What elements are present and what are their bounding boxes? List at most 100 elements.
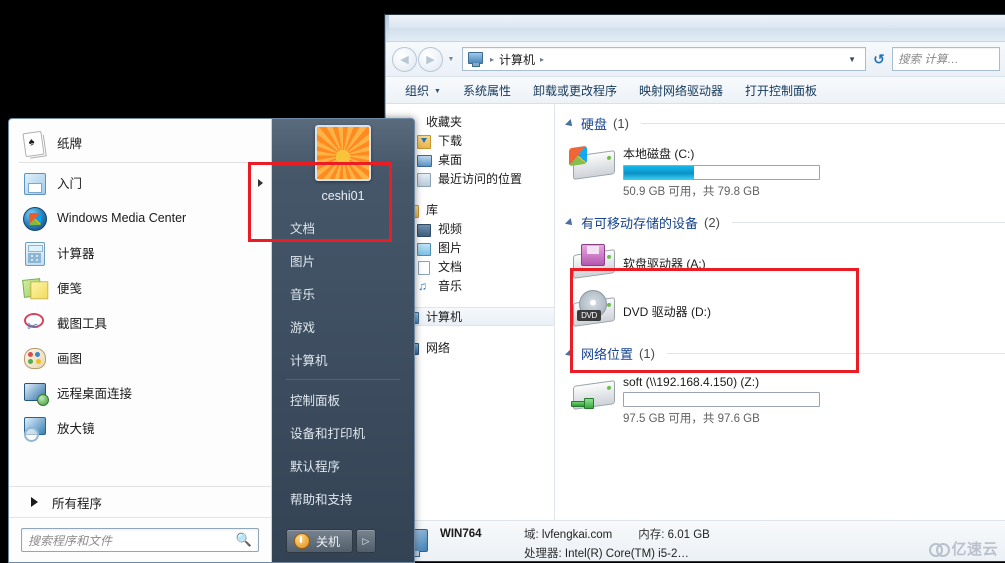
group-header[interactable]: 硬盘 (1) <box>565 114 1005 133</box>
start-menu-footer: 关机 ▷ <box>272 521 414 562</box>
cmd-map-network-drive[interactable]: 映射网络驱动器 <box>628 79 734 102</box>
content-pane: 硬盘 (1) 本地磁盘 (C:) 50.9 GB 可用，共 79.8 GB 有可… <box>555 104 1005 520</box>
start-item-calculator[interactable]: 计算器 <box>9 235 271 270</box>
group-items: soft (\\192.168.4.150) (Z:) 97.5 GB 可用，共… <box>565 363 1005 434</box>
start-right-item-documents[interactable]: 文档 <box>272 211 414 244</box>
address-dropdown-icon[interactable]: ▼ <box>841 55 863 64</box>
memory-pair: 内存: 6.01 GB <box>638 526 710 542</box>
start-item-snipping-tool[interactable]: 截图工具 <box>9 305 271 340</box>
refresh-button[interactable]: ↺ <box>866 48 892 70</box>
drive-name: DVD 驱动器 (D:) <box>623 304 711 319</box>
cmd-uninstall-change-program[interactable]: 卸载或更改程序 <box>522 79 628 102</box>
computer-icon <box>468 52 484 67</box>
start-search-placeholder: 搜索程序和文件 <box>28 533 113 548</box>
cmd-organize[interactable]: 组织 ▼ <box>394 79 452 102</box>
start-item-label: 远程桌面连接 <box>57 387 133 401</box>
hard-drive-icon <box>569 143 617 183</box>
dvd-drive-icon: DVD <box>569 290 617 330</box>
solitaire-icon <box>21 130 47 157</box>
domain-value: lvfengkai.com <box>541 528 613 541</box>
avatar[interactable] <box>315 125 371 181</box>
cmd-organize-label: 组织 <box>405 83 430 98</box>
cmd-system-properties[interactable]: 系统属性 <box>452 79 522 102</box>
start-item-sticky-notes[interactable]: 便笺 <box>9 270 271 305</box>
drive-info: soft (\\192.168.4.150) (Z:) 97.5 GB 可用，共… <box>623 373 820 426</box>
group-name: 硬盘 <box>581 117 608 132</box>
collapse-triangle-icon[interactable] <box>565 348 575 359</box>
start-menu-right-panel: ceshi01 文档 图片 音乐 游戏 计算机 控制面板 设备和打印机 默认程序… <box>272 119 414 562</box>
group-count: (1) <box>613 116 629 131</box>
drive-info: DVD 驱动器 (D:) <box>623 301 711 320</box>
sidebar-label: 视频 <box>438 221 463 236</box>
start-item-getting-started[interactable]: 入门 <box>9 165 271 200</box>
shutdown-options-button[interactable]: ▷ <box>356 529 377 553</box>
magnifier-icon <box>21 415 47 442</box>
start-right-item-devices-printers[interactable]: 设备和打印机 <box>272 416 414 449</box>
snipping-tool-icon <box>21 310 47 336</box>
group-header[interactable]: 网络位置 (1) <box>565 344 1005 363</box>
start-item-label: 纸牌 <box>57 137 83 151</box>
start-menu-program-list: 纸牌 入门 Windows Media Center 计算器 <box>9 119 271 486</box>
collapse-triangle-icon[interactable] <box>565 118 575 129</box>
cmd-open-control-panel[interactable]: 打开控制面板 <box>734 79 828 102</box>
drive-tile-c[interactable]: 本地磁盘 (C:) 50.9 GB 可用，共 79.8 GB <box>569 139 849 203</box>
drive-info: 本地磁盘 (C:) 50.9 GB 可用，共 79.8 GB <box>623 143 820 199</box>
sidebar-label: 音乐 <box>438 278 463 293</box>
start-right-item-music[interactable]: 音乐 <box>272 277 414 310</box>
desktop-icon <box>416 153 432 167</box>
group-count: (1) <box>639 346 655 361</box>
start-item-solitaire[interactable]: 纸牌 <box>9 125 271 160</box>
group-name: 网络位置 <box>581 347 634 362</box>
sidebar-label: 网络 <box>426 340 451 355</box>
search-input[interactable]: 搜索 计算… <box>892 47 1000 71</box>
recent-pages-dropdown-icon[interactable]: ▼ <box>444 48 458 70</box>
start-search-input[interactable]: 搜索程序和文件 🔍 <box>21 528 259 552</box>
submenu-arrow-icon[interactable] <box>258 178 263 187</box>
group-count: (2) <box>704 215 720 230</box>
start-item-label: 截图工具 <box>57 317 108 331</box>
breadcrumb-separator-2[interactable]: ▸ <box>536 55 548 64</box>
forward-button[interactable]: ▶ <box>418 46 443 72</box>
drive-name: 本地磁盘 (C:) <box>623 147 695 161</box>
status-row-1: WIN764 域: lvfengkai.com 内存: 6.01 GB <box>440 526 736 542</box>
start-item-windows-media-center[interactable]: Windows Media Center <box>9 200 271 235</box>
start-item-magnifier[interactable]: 放大镜 <box>9 410 271 445</box>
memory-key: 内存: <box>638 528 665 541</box>
start-right-item-control-panel[interactable]: 控制面板 <box>272 383 414 416</box>
screen: ◀ ▶ ▼ ▸ 计算机 ▸ ▼ ↺ 搜索 计算… 组织 ▼ 系统属性 卸载或更改程… <box>0 0 1005 563</box>
paint-icon <box>21 345 47 371</box>
sidebar-label: 桌面 <box>438 152 463 167</box>
drive-info: 软盘驱动器 (A:) <box>623 253 706 272</box>
start-right-item-pictures[interactable]: 图片 <box>272 244 414 277</box>
sidebar-label: 图片 <box>438 240 463 255</box>
capacity-bar <box>623 392 820 407</box>
start-item-label: 放大镜 <box>57 422 95 436</box>
group-header[interactable]: 有可移动存储的设备 (2) <box>565 213 1005 232</box>
processor-value: Intel(R) Core(TM) i5-2… <box>564 547 689 560</box>
sidebar-label: 库 <box>426 202 439 217</box>
drive-tile-a[interactable]: 软盘驱动器 (A:) <box>569 238 841 286</box>
drive-tile-d[interactable]: DVD DVD 驱动器 (D:) <box>569 286 769 334</box>
start-right-item-computer[interactable]: 计算机 <box>272 343 414 376</box>
start-right-item-games[interactable]: 游戏 <box>272 310 414 343</box>
pictures-icon <box>416 241 432 256</box>
chevron-right-icon <box>31 497 38 507</box>
start-item-remote-desktop[interactable]: 远程桌面连接 <box>9 375 271 410</box>
shutdown-button[interactable]: 关机 <box>286 529 354 553</box>
domain-pair: 域: lvfengkai.com <box>524 526 612 542</box>
address-bar[interactable]: ▸ 计算机 ▸ ▼ <box>462 47 866 71</box>
processor-key: 处理器: <box>524 547 562 560</box>
breadcrumb-separator: ▸ <box>490 54 495 64</box>
start-item-paint[interactable]: 画图 <box>9 340 271 375</box>
group-items: 软盘驱动器 (A:) DVD DVD 驱动器 (D:) <box>565 232 1005 338</box>
command-bar: 组织 ▼ 系统属性 卸载或更改程序 映射网络驱动器 打开控制面板 <box>386 77 1005 104</box>
collapse-triangle-icon[interactable] <box>565 217 575 228</box>
start-right-item-help-support[interactable]: 帮助和支持 <box>272 482 414 515</box>
back-button[interactable]: ◀ <box>392 46 417 72</box>
start-right-item-default-programs[interactable]: 默认程序 <box>272 449 414 482</box>
drive-tile-z[interactable]: soft (\\192.168.4.150) (Z:) 97.5 GB 可用，共… <box>569 369 849 430</box>
breadcrumb-computer[interactable]: 计算机 <box>498 51 536 68</box>
chevron-down-icon: ▼ <box>434 87 441 95</box>
sidebar-label: 下载 <box>438 133 463 148</box>
all-programs-button[interactable]: 所有程序 <box>9 486 271 517</box>
